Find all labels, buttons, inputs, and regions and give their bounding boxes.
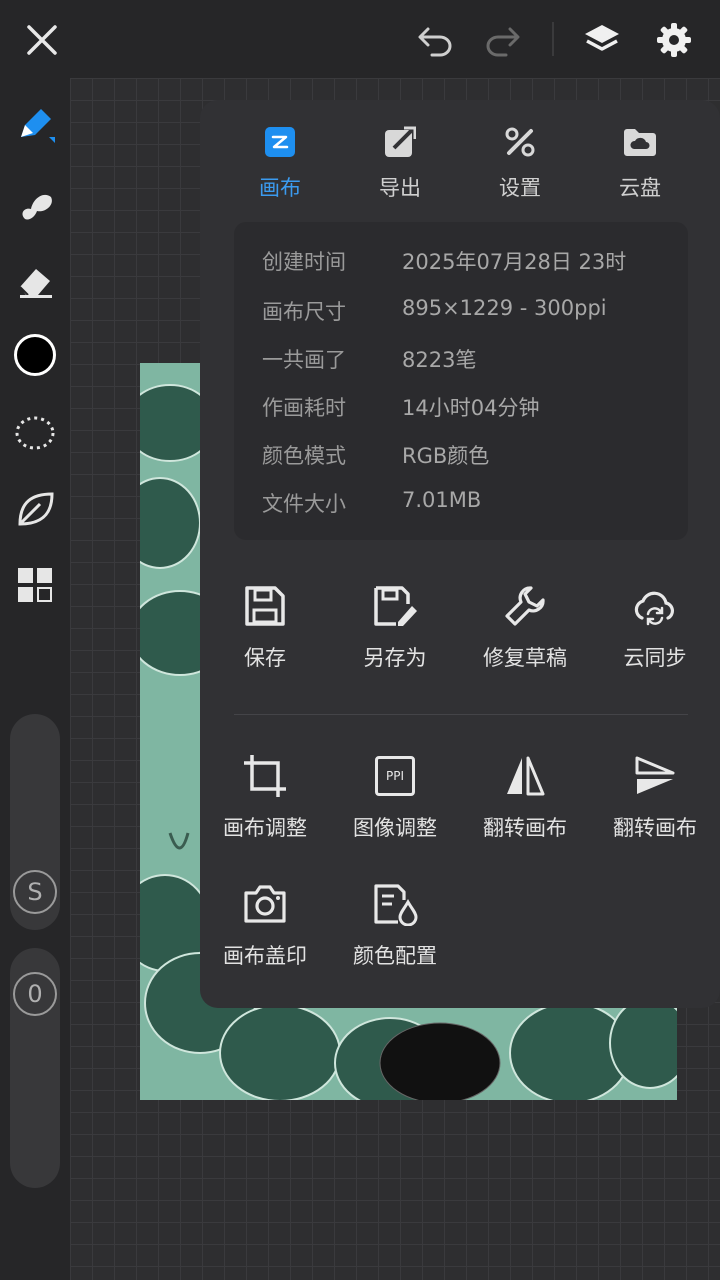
flip-vertical-icon [590,746,720,806]
color-config-icon [330,874,460,934]
left-toolbar: S 0 [0,78,70,1280]
tab-settings[interactable]: 设置 [470,122,570,202]
cloud-sync-button[interactable]: 云同步 [590,576,720,672]
flip-horizontal-icon [460,746,590,806]
export-icon [350,122,450,162]
info-value: 7.01MB [402,488,482,512]
brush-tool-icon[interactable] [8,98,62,152]
flip-canvas-horizontal-button[interactable]: 翻转画布 [460,746,590,842]
tab-canvas[interactable]: 画布 [230,122,330,202]
wrench-icon [460,576,590,636]
grid-tool-icon[interactable] [8,558,62,612]
tab-cloud-drive[interactable]: 云盘 [590,122,690,202]
opacity-slider-knob[interactable]: 0 [13,972,57,1016]
canvas-stamp-button[interactable]: 画布盖印 [200,874,330,970]
tab-export[interactable]: 导出 [350,122,450,202]
action-label: 保存 [244,646,286,670]
lasso-tool-icon[interactable] [8,406,62,460]
info-key: 作画耗时 [262,396,346,420]
layers-icon[interactable] [576,14,628,66]
action-label: 修复草稿 [483,646,567,670]
smudge-tool-icon[interactable] [8,178,62,232]
ppi-icon-text: PPI [375,756,415,796]
cloud-sync-icon [590,576,720,636]
canvas-tab-icon [230,122,330,162]
ppi-icon: PPI [330,746,460,806]
info-value: 895×1229 - 300ppi [402,296,607,320]
action-label: 画布调整 [223,816,307,840]
info-key: 创建时间 [262,250,346,274]
action-label: 翻转画布 [483,816,567,840]
gear-icon[interactable] [648,14,700,66]
info-value: 8223笔 [402,348,477,372]
tab-label: 云盘 [619,176,661,200]
section-divider [234,714,688,715]
action-label: 翻转画布 [613,816,697,840]
undo-icon[interactable] [410,14,462,66]
canvas-info-box: 创建时间 2025年07月28日 23时 画布尺寸 895×1229 - 300… [234,222,688,540]
action-label: 颜色配置 [353,944,437,968]
repair-draft-button[interactable]: 修复草稿 [460,576,590,672]
image-adjust-button[interactable]: PPI 图像调整 [330,746,460,842]
save-button[interactable]: 保存 [200,576,330,672]
canvas-adjust-button[interactable]: 画布调整 [200,746,330,842]
tab-label: 导出 [379,176,421,200]
camera-icon [200,874,330,934]
action-label: 云同步 [623,646,687,670]
redo-icon[interactable] [476,14,528,66]
settings-tools-icon [470,122,570,162]
info-value: 2025年07月28日 23时 [402,250,627,274]
cloud-drive-icon [590,122,690,162]
info-key: 一共画了 [262,348,346,372]
color-picker-icon[interactable] [8,328,62,382]
action-label: 图像调整 [353,816,437,840]
flip-canvas-vertical-button[interactable]: 翻转画布 [590,746,720,842]
leaf-tool-icon[interactable] [8,482,62,536]
color-config-button[interactable]: 颜色配置 [330,874,460,970]
save-as-icon [330,576,460,636]
info-key: 画布尺寸 [262,300,346,324]
tab-label: 画布 [259,176,301,200]
action-label: 另存为 [363,646,427,670]
info-key: 颜色模式 [262,444,346,468]
size-slider-knob[interactable]: S [13,870,57,914]
info-value: 14小时04分钟 [402,396,540,420]
tab-label: 设置 [499,176,541,200]
info-key: 文件大小 [262,492,346,516]
action-label: 画布盖印 [223,944,307,968]
save-icon [200,576,330,636]
eraser-tool-icon[interactable] [8,254,62,308]
top-toolbar [0,0,720,78]
save-as-button[interactable]: 另存为 [330,576,460,672]
toolbar-separator [552,22,554,56]
canvas-menu-panel: 画布 导出 设置 云盘 创建时间 2025年07月28日 23时 画布尺寸 89… [200,100,720,1008]
close-icon[interactable] [16,14,68,66]
crop-icon [200,746,330,806]
info-value: RGB颜色 [402,444,490,468]
